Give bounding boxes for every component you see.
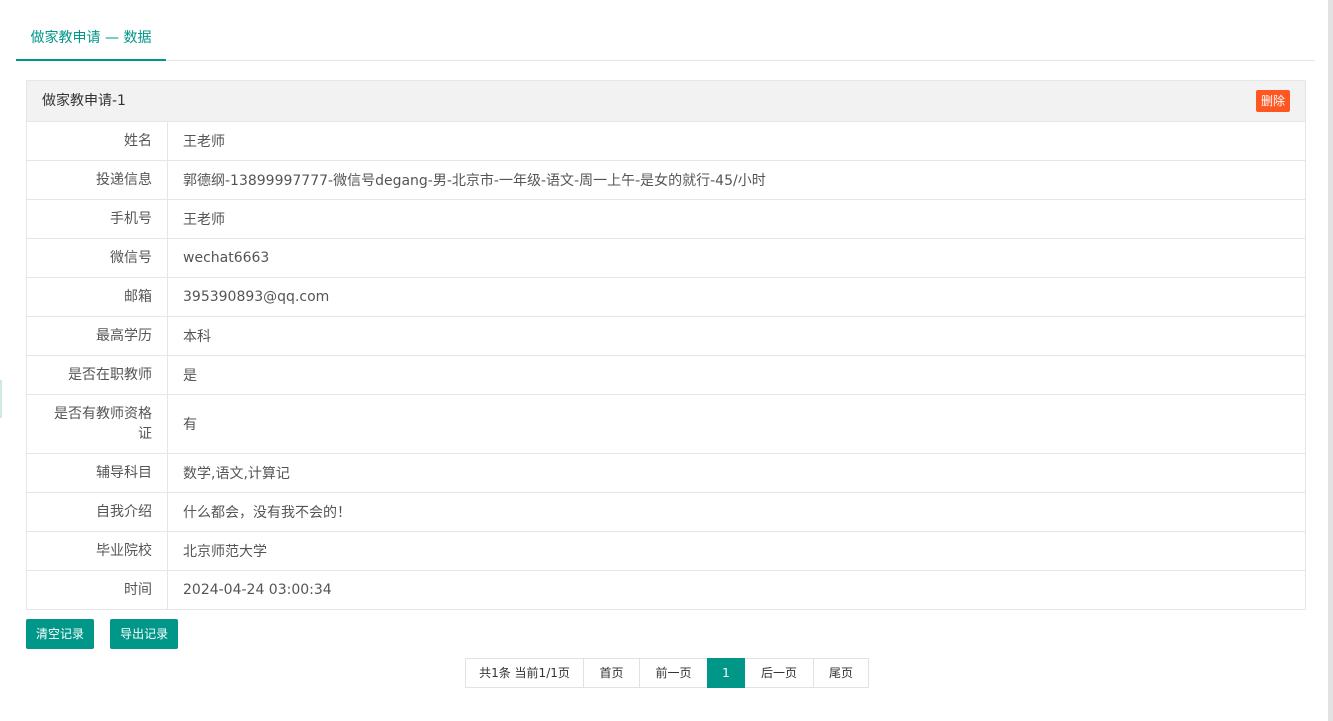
field-row-subjects: 辅导科目 数学,语文,计算记 bbox=[27, 453, 1305, 493]
field-row-time: 时间 2024-04-24 03:00:34 bbox=[27, 570, 1305, 609]
delete-button[interactable]: 删除 bbox=[1255, 90, 1290, 112]
field-label: 毕业院校 bbox=[27, 531, 168, 571]
field-label: 最高学历 bbox=[27, 316, 168, 356]
field-row-email: 邮箱 395390893@qq.com bbox=[27, 277, 1305, 317]
current-page-button[interactable]: 1 bbox=[707, 658, 745, 688]
field-label: 是否在职教师 bbox=[27, 355, 168, 395]
field-value: 王老师 bbox=[183, 134, 225, 150]
field-label: 辅导科目 bbox=[27, 453, 168, 493]
record-header: 做家教申请-1 删除 bbox=[27, 81, 1305, 122]
record-title: 做家教申请-1 bbox=[42, 93, 126, 109]
field-value: 是 bbox=[167, 355, 1305, 395]
field-row-phone: 手机号 王老师 bbox=[27, 199, 1305, 239]
field-row-self-intro: 自我介绍 什么都会，没有我不会的！ bbox=[27, 492, 1305, 532]
last-page-button[interactable]: 尾页 bbox=[813, 658, 869, 688]
field-label: 微信号 bbox=[27, 238, 168, 278]
field-row-teacher-certificate: 是否有教师资格证 有 bbox=[27, 394, 1305, 454]
prev-page-button[interactable]: 前一页 bbox=[639, 658, 708, 688]
field-value: 本科 bbox=[167, 316, 1305, 356]
field-value: 有 bbox=[167, 394, 1305, 454]
pagination: 共1条 当前1/1页 首页 前一页 1 后一页 尾页 bbox=[465, 658, 869, 688]
field-value: wechat6663 bbox=[167, 238, 1305, 278]
tab-application-data[interactable]: 做家教申请 — 数据 bbox=[16, 18, 166, 61]
field-row-wechat: 微信号 wechat6663 bbox=[27, 238, 1305, 278]
clear-records-button[interactable]: 清空记录 bbox=[26, 619, 95, 649]
field-row-delivery-info: 投递信息 郭德纲-13899997777-微信号degang-男-北京市-一年级… bbox=[27, 160, 1305, 200]
pagination-summary: 共1条 当前1/1页 bbox=[465, 658, 584, 688]
field-value: 什么都会，没有我不会的！ bbox=[167, 492, 1305, 532]
field-label: 是否有教师资格证 bbox=[27, 394, 168, 454]
record-card: 做家教申请-1 删除 姓名 王老师 投递信息 郭德纲-13899997777-微… bbox=[26, 80, 1306, 610]
first-page-button[interactable]: 首页 bbox=[583, 658, 640, 688]
field-label: 邮箱 bbox=[27, 277, 168, 317]
field-value: 北京师范大学 bbox=[167, 531, 1305, 571]
field-row-school: 毕业院校 北京师范大学 bbox=[27, 531, 1305, 571]
right-scrollbar-edge[interactable] bbox=[1328, 0, 1333, 721]
action-bar: 清空记录 导出记录 bbox=[26, 619, 189, 649]
field-value: 395390893@qq.com bbox=[167, 277, 1305, 317]
next-page-button[interactable]: 后一页 bbox=[744, 658, 814, 688]
field-label: 姓名 bbox=[27, 122, 168, 161]
field-label: 手机号 bbox=[27, 199, 168, 239]
tab-bar: 做家教申请 — 数据 bbox=[16, 18, 1315, 61]
field-row-in-service-teacher: 是否在职教师 是 bbox=[27, 355, 1305, 395]
field-value: 2024-04-24 03:00:34 bbox=[167, 570, 1305, 609]
field-label: 时间 bbox=[27, 570, 168, 609]
record-fields-table: 姓名 王老师 投递信息 郭德纲-13899997777-微信号degang-男-… bbox=[27, 122, 1305, 609]
field-row-name: 姓名 王老师 bbox=[27, 122, 1305, 161]
field-value: 数学,语文,计算记 bbox=[167, 453, 1305, 493]
left-scroll-marker bbox=[0, 380, 2, 418]
field-value: 王老师 bbox=[167, 199, 1305, 239]
export-records-button[interactable]: 导出记录 bbox=[110, 619, 179, 649]
page: 做家教申请 — 数据 做家教申请-1 删除 姓名 王老师 投递信息 郭德纲-13… bbox=[0, 0, 1333, 721]
field-value: 郭德纲-13899997777-微信号degang-男-北京市-一年级-语文-周… bbox=[167, 160, 1305, 200]
field-label: 自我介绍 bbox=[27, 492, 168, 532]
field-label: 投递信息 bbox=[27, 160, 168, 200]
field-row-education: 最高学历 本科 bbox=[27, 316, 1305, 356]
